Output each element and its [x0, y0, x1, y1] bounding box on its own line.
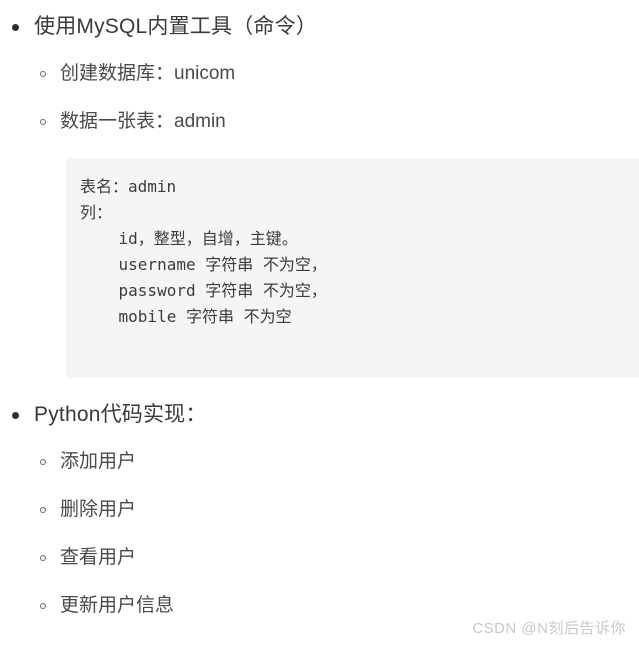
code-block-content: 表名：admin 列： id，整型，自增，主键。 username 字符串 不为… — [80, 177, 327, 326]
list-item: Python代码实现： — [0, 400, 639, 430]
list-item: 使用MySQL内置工具（命令） — [0, 12, 639, 42]
outline-subitem-label: 数据一张表：admin — [60, 111, 226, 132]
outline-subitem-label: 查看用户 — [60, 547, 137, 568]
outline-subitem-label: 添加用户 — [60, 451, 137, 472]
list-item: 创建数据库：unicom — [34, 60, 614, 108]
outline-sublist-python: 添加用户 删除用户 查看用户 更新用户信息 — [34, 448, 614, 640]
outline-item-label: 使用MySQL内置工具（命令） — [34, 15, 318, 38]
outline-level1-list: Python代码实现： — [0, 400, 639, 430]
disc-bullet-icon — [12, 24, 19, 31]
list-item: 数据一张表：admin — [34, 108, 614, 156]
list-item: 查看用户 — [34, 544, 614, 592]
outline-subitem-label: 创建数据库：unicom — [60, 63, 236, 84]
outline-level1-list: 使用MySQL内置工具（命令） — [0, 12, 639, 42]
outline-subitem-label: 更新用户信息 — [60, 595, 175, 616]
outline-level2-list: 添加用户 删除用户 查看用户 更新用户信息 — [34, 448, 614, 640]
circle-bullet-icon — [40, 119, 46, 125]
outline-section-python: Python代码实现： — [0, 400, 639, 430]
circle-bullet-icon — [40, 459, 46, 465]
circle-bullet-icon — [40, 507, 46, 513]
disc-bullet-icon — [12, 412, 19, 419]
circle-bullet-icon — [40, 555, 46, 561]
circle-bullet-icon — [40, 71, 46, 77]
circle-bullet-icon — [40, 603, 46, 609]
outline-level2-list: 创建数据库：unicom 数据一张表：admin — [34, 60, 614, 156]
code-block: 表名：admin 列： id，整型，自增，主键。 username 字符串 不为… — [66, 158, 639, 378]
outline-subitem-label: 删除用户 — [60, 499, 137, 520]
outline-section-mysql: 使用MySQL内置工具（命令） — [0, 12, 639, 42]
document-page: 使用MySQL内置工具（命令） 创建数据库：unicom 数据一张表：admin… — [0, 0, 639, 653]
outline-sublist-mysql: 创建数据库：unicom 数据一张表：admin — [34, 60, 614, 156]
list-item: 删除用户 — [34, 496, 614, 544]
list-item: 添加用户 — [34, 448, 614, 496]
outline-item-label: Python代码实现： — [34, 403, 207, 426]
watermark: CSDN @N刻后告诉你 — [472, 620, 626, 637]
